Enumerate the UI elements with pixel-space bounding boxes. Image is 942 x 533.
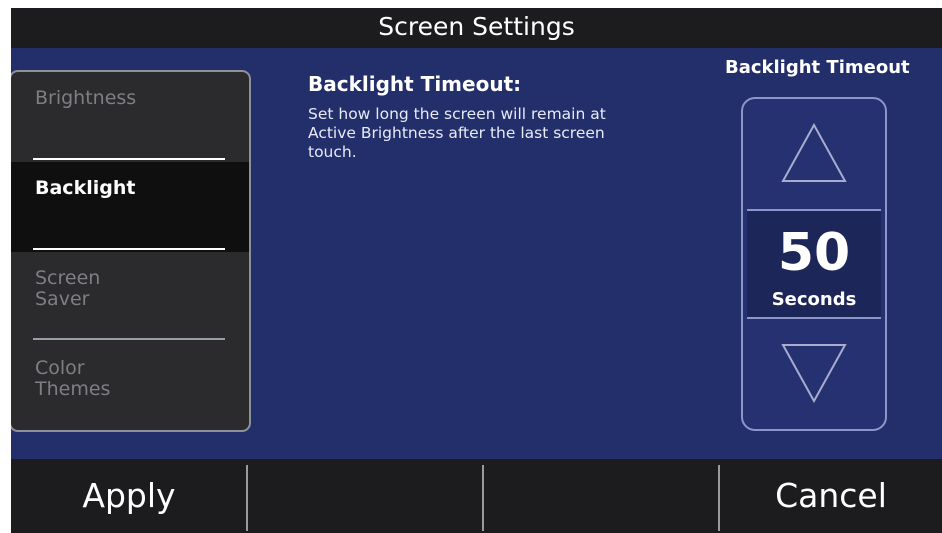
increase-button[interactable] bbox=[743, 99, 885, 209]
value-display: 50 Seconds bbox=[747, 209, 881, 319]
menu-item-label: Backlight bbox=[35, 177, 136, 199]
menu-divider bbox=[33, 248, 225, 250]
menu-item-brightness[interactable]: Brightness bbox=[11, 72, 249, 162]
decrease-button[interactable] bbox=[743, 319, 885, 429]
settings-screen: Screen Settings Brightness Backlight Scr… bbox=[11, 8, 942, 533]
menu-item-backlight[interactable]: Backlight bbox=[11, 162, 249, 252]
cancel-button[interactable]: Cancel bbox=[720, 459, 942, 533]
triangle-down-icon bbox=[781, 344, 847, 404]
empty-toolbar-slot bbox=[484, 459, 720, 533]
apply-button[interactable]: Apply bbox=[11, 459, 247, 533]
menu-item-label: Screen Saver bbox=[35, 267, 101, 310]
stepper-title: Backlight Timeout bbox=[725, 57, 910, 78]
setting-heading: Backlight Timeout: bbox=[308, 72, 522, 96]
triangle-up-icon bbox=[781, 122, 847, 182]
empty-toolbar-slot bbox=[248, 459, 484, 533]
setting-description: Set how long the screen will remain at A… bbox=[308, 105, 606, 161]
settings-menu: Brightness Backlight Screen Saver Color … bbox=[11, 70, 251, 432]
menu-item-color-themes[interactable]: Color Themes bbox=[11, 342, 249, 430]
page-title: Screen Settings bbox=[11, 8, 942, 48]
bottom-toolbar: Apply Cancel bbox=[11, 459, 942, 533]
menu-item-screen-saver[interactable]: Screen Saver bbox=[11, 252, 249, 342]
menu-divider bbox=[33, 158, 225, 160]
timeout-stepper: 50 Seconds bbox=[741, 97, 887, 431]
menu-item-label: Color Themes bbox=[35, 357, 111, 400]
menu-item-label: Brightness bbox=[35, 87, 137, 109]
timeout-unit: Seconds bbox=[771, 289, 857, 310]
timeout-value: 50 bbox=[777, 223, 851, 283]
menu-divider bbox=[33, 338, 225, 340]
